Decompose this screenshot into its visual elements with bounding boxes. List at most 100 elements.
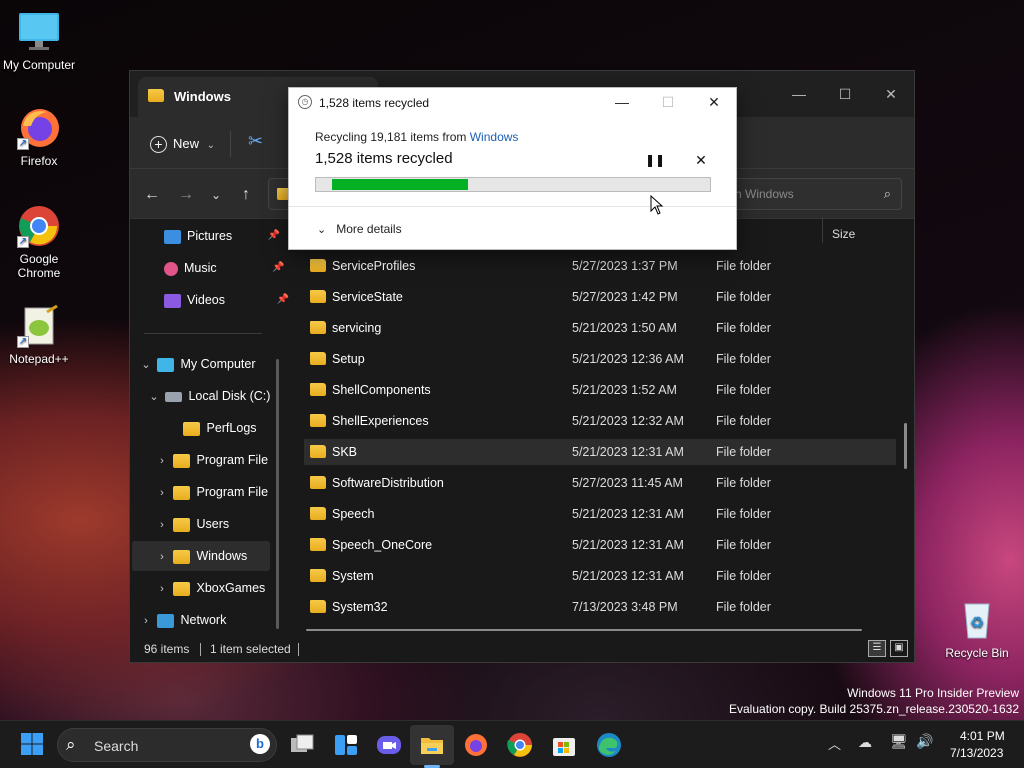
nav-label: My Computer [180, 357, 256, 371]
recycle-progress-dialog: ◷ 1,528 items recycled — ☐ ✕ Recycling 1… [288, 87, 737, 250]
edge-icon[interactable] [596, 732, 622, 758]
nav-item-local-disk[interactable]: ⌄ Local Disk (C:) [146, 381, 270, 411]
firefox-icon: ↗ [17, 106, 61, 150]
nav-item-xboxgames[interactable]: › XboxGames [154, 573, 265, 603]
dialog-minimize-button[interactable]: — [599, 88, 645, 116]
nav-item-my-computer[interactable]: ⌄ My Computer [138, 349, 256, 379]
table-row[interactable]: servicing 5/21/2023 1:50 AM File folder [304, 315, 896, 341]
chevron-down-icon[interactable]: ⌄ [146, 382, 162, 412]
cancel-operation-button[interactable]: ✕ [691, 150, 711, 170]
nav-item-program-files-x86[interactable]: › Program File [154, 477, 268, 507]
status-selected-count: 1 item selected [210, 642, 291, 656]
pause-button[interactable]: ❚❚ [645, 150, 665, 170]
tiles-view-icon[interactable]: ▣ [890, 640, 908, 657]
chevron-right-icon[interactable]: › [154, 510, 170, 540]
more-details-toggle[interactable]: ⌄ More details [317, 222, 402, 236]
widgets-icon[interactable] [333, 732, 359, 758]
cut-icon[interactable]: ✂ [248, 131, 263, 152]
dialog-close-button[interactable]: ✕ [691, 88, 737, 116]
close-button[interactable]: ✕ [868, 79, 914, 109]
nav-item-network[interactable]: › Network [138, 605, 226, 635]
recent-chevron-icon[interactable]: ⌄ [204, 183, 228, 207]
pin-icon[interactable]: 📌 [268, 221, 280, 251]
nav-item-users[interactable]: › Users [154, 509, 229, 539]
table-row[interactable]: ShellComponents 5/21/2023 1:52 AM File fol… [304, 377, 896, 403]
forward-arrow-icon[interactable]: → [174, 183, 198, 207]
folder-icon [310, 414, 326, 427]
up-arrow-icon[interactable]: ↑ [234, 183, 258, 207]
file-name: Setup [332, 352, 365, 366]
details-view-icon[interactable]: ☰ [868, 640, 886, 657]
table-row[interactable]: ServiceState 5/27/2023 1:42 PM File folder [304, 284, 896, 310]
clock-time[interactable]: 4:01 PM [960, 729, 1005, 743]
table-row[interactable]: Setup 5/21/2023 12:36 AM File folder [304, 346, 896, 372]
nav-item-windows[interactable]: › Windows [154, 541, 247, 571]
maximize-button[interactable]: ☐ [822, 79, 868, 109]
nav-item-program-files[interactable]: › Program File [154, 445, 268, 475]
file-name: servicing [332, 321, 382, 335]
nav-label: Users [196, 517, 230, 531]
file-explorer-icon[interactable] [419, 732, 445, 758]
horizontal-scrollbar[interactable] [306, 629, 862, 631]
volume-icon[interactable]: 🔊 [916, 733, 933, 750]
network-icon[interactable]: 🖥 [890, 733, 908, 750]
chevron-down-icon[interactable]: ⌄ [138, 350, 154, 380]
table-row[interactable]: System32 7/13/2023 3:48 PM File folder [304, 594, 896, 620]
chevron-right-icon[interactable]: › [154, 574, 170, 604]
taskbar: ⌕ Search b ︿ ☁ 🖥 🔊 4:01 PM 7/13/2023 [0, 720, 1024, 768]
search-input[interactable]: h Windows ⌕ [726, 178, 902, 210]
dialog-maximize-button[interactable]: ☐ [645, 88, 691, 116]
table-row-selected[interactable]: SKB 5/21/2023 12:31 AM File folder [304, 439, 896, 465]
table-row[interactable]: System 5/21/2023 12:31 AM File folder [304, 563, 896, 589]
show-hidden-icons-chevron[interactable]: ︿ [828, 734, 841, 753]
chevron-right-icon[interactable]: › [154, 478, 170, 508]
folder-icon [310, 352, 326, 365]
table-row[interactable]: ShellExperiences 5/21/2023 12:32 AM File f… [304, 408, 896, 434]
status-item-count: 96 items [144, 642, 190, 656]
folder-icon [183, 421, 201, 436]
microsoft-store-icon[interactable] [551, 732, 577, 758]
table-row[interactable]: ServiceProfiles 5/27/2023 1:37 PM File fol… [304, 253, 896, 279]
nav-item-perflogs[interactable]: PerfLogs [164, 413, 257, 443]
folder-icon [173, 549, 191, 564]
nav-scrollbar[interactable] [276, 359, 279, 629]
desktop-icon-chrome[interactable]: ↗ Google Chrome [0, 204, 78, 280]
pin-icon[interactable]: 📌 [277, 285, 289, 315]
table-row[interactable]: SoftwareDistribution 5/27/2023 11:45 AM Fi… [304, 470, 896, 496]
desktop-icon-recycle-bin[interactable]: ♻ Recycle Bin [938, 598, 1016, 660]
nav-divider [144, 333, 262, 334]
pin-icon[interactable]: 📌 [272, 253, 284, 283]
pictures-icon [164, 229, 181, 244]
column-header-divider [822, 217, 823, 243]
chrome-icon[interactable] [507, 732, 533, 758]
clock-date[interactable]: 7/13/2023 [950, 746, 1003, 760]
start-windows-icon[interactable] [20, 732, 46, 758]
file-date: 5/21/2023 12:32 AM [572, 414, 684, 428]
source-folder-link[interactable]: Windows [470, 130, 519, 144]
chat-icon[interactable] [376, 732, 402, 758]
nav-item-videos[interactable]: Videos 📌 [164, 285, 289, 315]
shortcut-arrow-icon: ↗ [17, 236, 29, 248]
file-type: File folder [716, 383, 771, 397]
task-view-icon[interactable] [289, 732, 315, 758]
vertical-scrollbar[interactable] [904, 423, 907, 469]
minimize-button[interactable]: — [776, 79, 822, 109]
desktop-icon-notepadpp[interactable]: ↗ Notepad++ [0, 304, 78, 366]
firefox-icon[interactable] [463, 732, 489, 758]
nav-item-pictures[interactable]: Pictures 📌 [164, 221, 280, 251]
chevron-right-icon[interactable]: › [138, 606, 154, 636]
chevron-right-icon[interactable]: › [154, 542, 170, 572]
nav-item-music[interactable]: Music 📌 [164, 253, 285, 283]
table-row[interactable]: Speech 5/21/2023 12:31 AM File folder [304, 501, 896, 527]
chevron-right-icon[interactable]: › [154, 446, 170, 476]
back-arrow-icon[interactable]: ← [140, 183, 164, 207]
onedrive-offline-icon[interactable]: ☁ [858, 734, 872, 751]
column-header-size[interactable]: Size [832, 227, 855, 241]
file-name: ShellComponents [332, 383, 431, 397]
new-button[interactable]: + New ⌄ [150, 133, 215, 155]
desktop-icon-my-computer[interactable]: My Computer [0, 10, 78, 72]
table-row[interactable]: Speech_OneCore 5/21/2023 12:31 AM File fol… [304, 532, 896, 558]
progress-headline: 1,528 items recycled [315, 150, 453, 167]
taskbar-search-box[interactable]: ⌕ Search b [57, 728, 277, 762]
desktop-icon-firefox[interactable]: ↗ Firefox [0, 106, 78, 168]
